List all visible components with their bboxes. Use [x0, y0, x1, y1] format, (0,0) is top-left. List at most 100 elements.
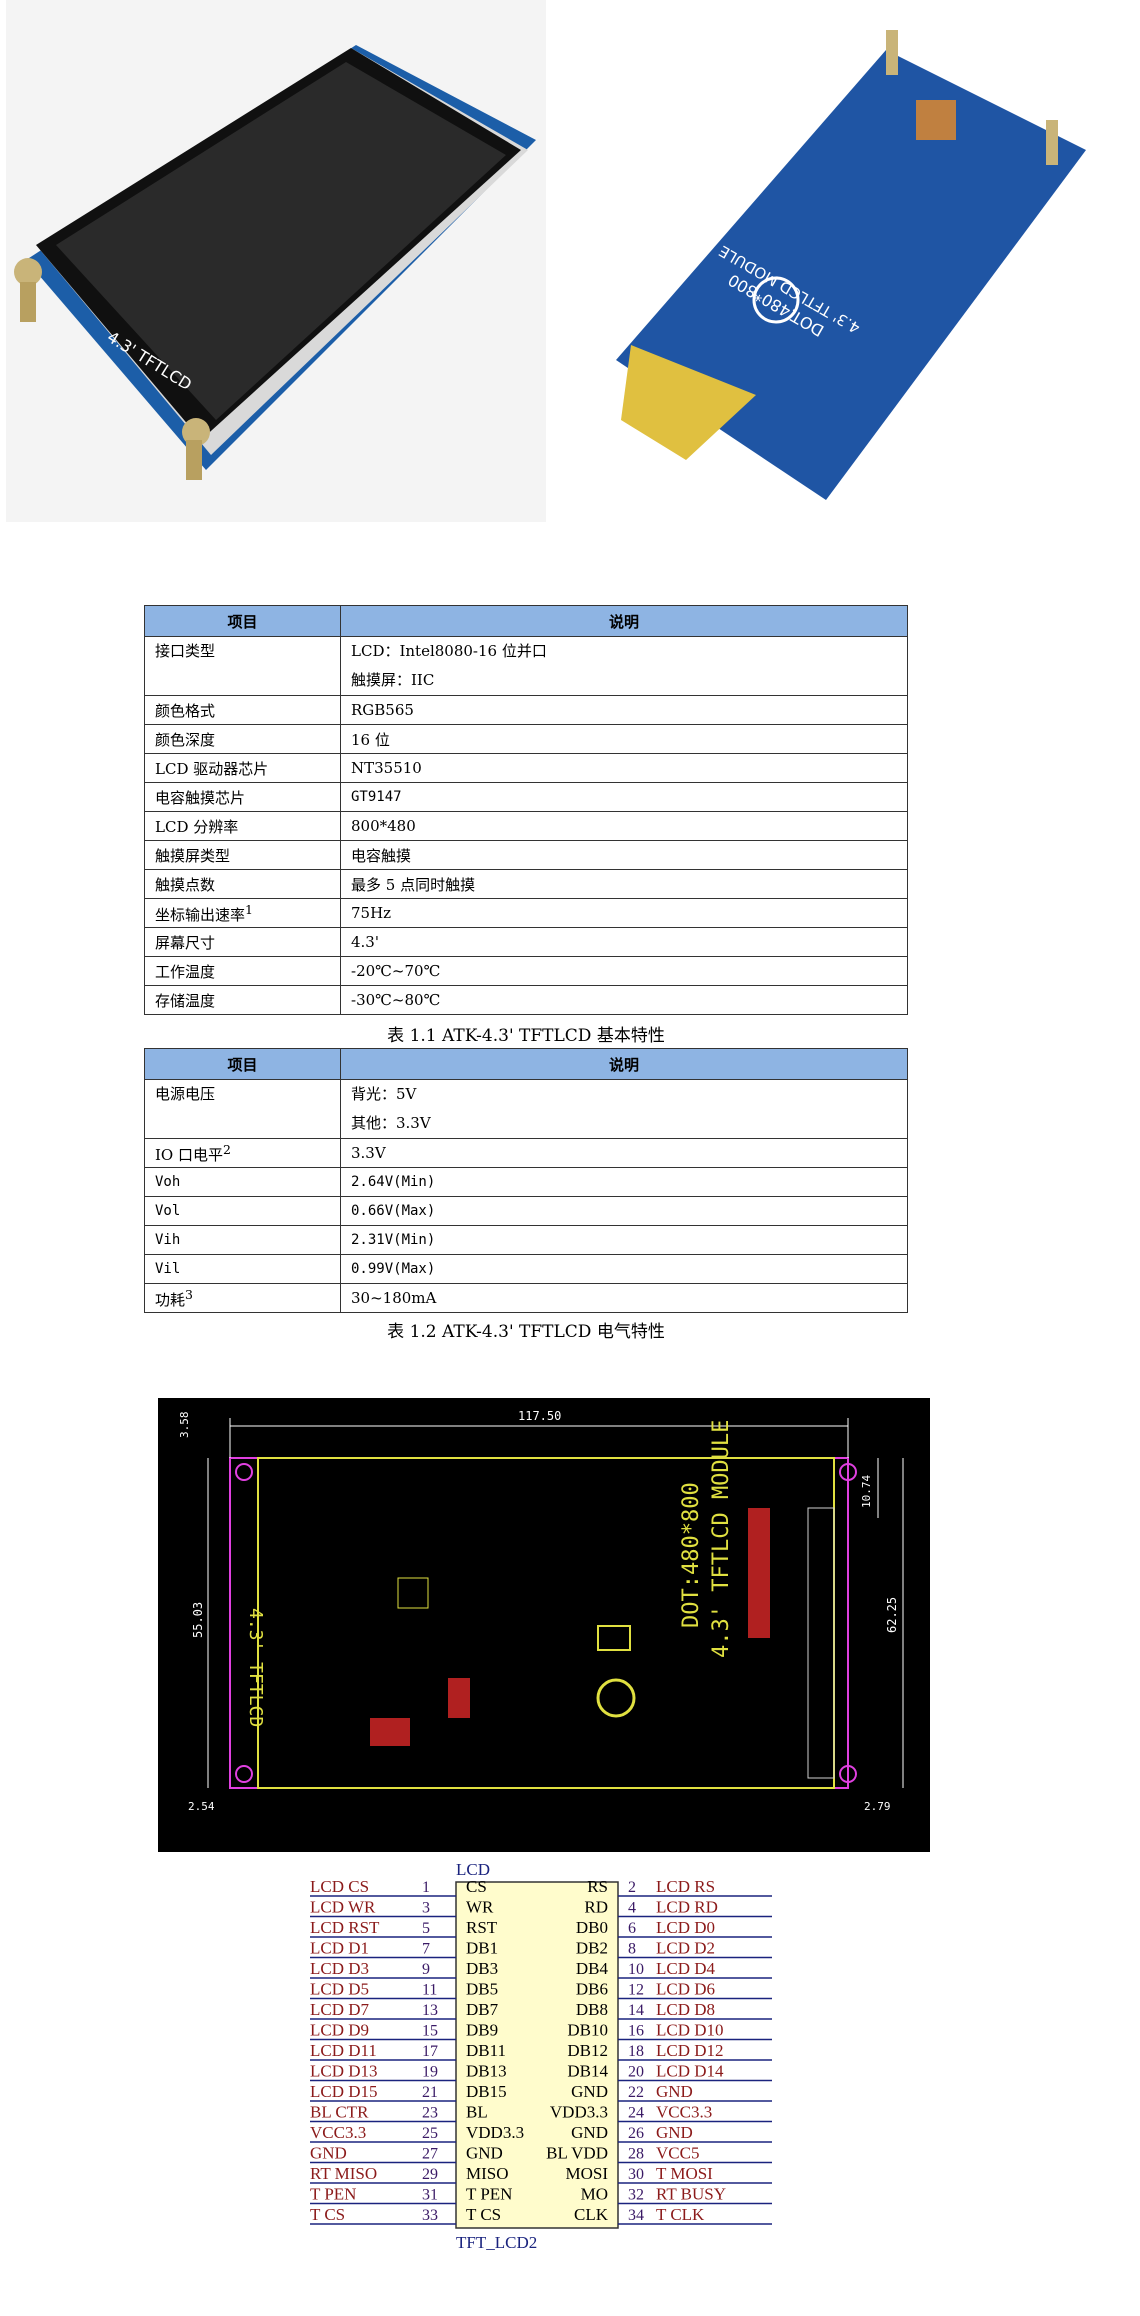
- pin-number-right: 24: [628, 2105, 644, 2122]
- table2-item: 功耗: [155, 1290, 186, 1309]
- pin-name-right: MOSI: [565, 2164, 608, 2183]
- pin-name-right: BL VDD: [546, 2144, 608, 2163]
- table1-desc: 最多 5 点同时触摸: [340, 869, 908, 899]
- table-row: 电容触摸芯片 GT9147: [144, 782, 908, 812]
- table2-desc: 0.66V(Max): [340, 1196, 908, 1226]
- pin-name-left: RST: [466, 1918, 498, 1937]
- connector-schematic: LCD TFT_LCD2 LCD CS 1 CS RS 2 LCD RS LCD WR 3 WR…: [306, 1858, 776, 2256]
- table1-item: 工作温度: [144, 956, 341, 986]
- table2-desc: 3.3V: [340, 1138, 908, 1168]
- pin-number-right: 14: [628, 2002, 644, 2019]
- net-label-right: LCD D8: [656, 2000, 715, 2019]
- table2-item: Vih: [144, 1225, 341, 1255]
- table1-desc: GT9147: [340, 782, 908, 812]
- table1-item: 电容触摸芯片: [144, 782, 341, 812]
- pin-number-right: 26: [628, 2125, 644, 2142]
- pin-number-right: 34: [628, 2207, 644, 2224]
- table1-desc: 75Hz: [340, 898, 908, 928]
- pin-name-left: DB1: [466, 1939, 498, 1958]
- pin-number-right: 32: [628, 2187, 644, 2204]
- table-row: 功耗3 30~180mA: [144, 1283, 908, 1313]
- table1-desc: 16 位: [340, 724, 908, 754]
- table-row: 屏幕尺寸 4.3': [144, 927, 908, 957]
- cad-silk-right-1: DOT:480*800: [679, 1482, 704, 1628]
- pin-number-right: 22: [628, 2084, 644, 2101]
- pin-name-left: T CS: [466, 2205, 501, 2224]
- table2-item: IO 口电平: [155, 1145, 223, 1164]
- pin-number-right: 16: [628, 2023, 644, 2040]
- net-label-right: LCD RS: [656, 1877, 715, 1896]
- pin-number-left: 19: [422, 2064, 438, 2081]
- table2-desc: 2.31V(Min): [340, 1225, 908, 1255]
- net-label-right: T MOSI: [656, 2164, 713, 2183]
- pin-name-right: DB0: [576, 1918, 608, 1937]
- dim-right: 62.25: [885, 1597, 899, 1633]
- pin-number-right: 12: [628, 1982, 644, 1999]
- table2-item: Vil: [144, 1254, 341, 1284]
- pin-name-right: DB14: [567, 2062, 608, 2081]
- table2-item: 电源电压: [155, 1085, 216, 1103]
- table2-header-desc: 说明: [340, 1048, 908, 1080]
- net-label-left: BL CTR: [310, 2103, 369, 2122]
- table1-item: LCD 驱动器芯片: [144, 753, 341, 783]
- table2-desc: 背光：5V: [351, 1085, 417, 1103]
- net-label-right: LCD D10: [656, 2021, 724, 2040]
- pin-name-left: GND: [466, 2144, 503, 2163]
- table1-item: 接口类型: [155, 642, 216, 660]
- net-label-left: LCD D3: [310, 1959, 369, 1978]
- pin-number-left: 29: [422, 2166, 438, 2183]
- pin-name-left: DB11: [466, 2041, 506, 2060]
- net-label-left: LCD D11: [310, 2041, 377, 2060]
- net-label-left: T PEN: [310, 2185, 356, 2204]
- table2-item: Vol: [144, 1196, 341, 1226]
- pin-name-right: CLK: [574, 2205, 609, 2224]
- pin-name-left: DB3: [466, 1959, 498, 1978]
- table1-item: 坐标输出速率: [155, 905, 246, 924]
- net-label-left: RT MISO: [310, 2164, 377, 2183]
- pin-number-right: 20: [628, 2064, 644, 2081]
- table-row: 颜色深度 16 位: [144, 724, 908, 754]
- table2-desc: 2.64V(Min): [340, 1167, 908, 1197]
- table2-item: Voh: [144, 1167, 341, 1197]
- footnote-mark: 2: [223, 1141, 231, 1157]
- table1-desc: 触摸屏：IIC: [351, 671, 435, 689]
- pin-number-right: 28: [628, 2146, 644, 2163]
- pin-name-right: VDD3.3: [550, 2103, 608, 2122]
- pin-number-right: 2: [628, 1879, 636, 1896]
- lcd-front-illustration: 4.3' TFTLCD: [14, 45, 536, 480]
- footnote-mark: 1: [245, 901, 253, 917]
- table1-item: 屏幕尺寸: [144, 927, 341, 957]
- cad-silk-left: 4.3' TFTLCD: [245, 1608, 266, 1727]
- pin-name-right: MO: [581, 2185, 608, 2204]
- table1-desc: LCD：Intel8080-16 位并口: [351, 642, 547, 660]
- pin-name-right: RS: [587, 1877, 608, 1896]
- table1-item: 存储温度: [144, 985, 341, 1015]
- net-label-left: LCD WR: [310, 1898, 376, 1917]
- table-row: 工作温度 -20℃~70℃: [144, 956, 908, 986]
- basic-spec-table: 项目 说明 接口类型 LCD：Intel8080-16 位并口 触摸屏：IIC 颜…: [144, 605, 908, 1015]
- net-label-left: GND: [310, 2144, 347, 2163]
- net-label-right: VCC3.3: [656, 2103, 712, 2122]
- pin-name-left: CS: [466, 1877, 487, 1896]
- table2-desc: 0.99V(Max): [340, 1254, 908, 1284]
- table-row: 触摸屏类型 电容触摸: [144, 840, 908, 870]
- table2-header-item: 项目: [144, 1048, 341, 1080]
- net-label-left: LCD D15: [310, 2082, 378, 2101]
- pin-number-left: 1: [422, 1879, 430, 1896]
- net-label-left: VCC3.3: [310, 2123, 366, 2142]
- table-row: 接口类型 LCD：Intel8080-16 位并口 触摸屏：IIC: [144, 636, 908, 696]
- pin-name-right: DB4: [576, 1959, 609, 1978]
- table-row: 坐标输出速率1 75Hz: [144, 898, 908, 928]
- pin-name-left: DB13: [466, 2062, 507, 2081]
- table-row: 存储温度 -30℃~80℃: [144, 985, 908, 1015]
- net-label-left: LCD RST: [310, 1918, 380, 1937]
- lcd-back-photo: DOT:480*800 4.3' TFTLCD MODULE: [596, 0, 1086, 522]
- net-label-right: LCD D12: [656, 2041, 724, 2060]
- cad-svg: 117.50 3.58 55.03 10.74 62.25 2.54 2.79 …: [178, 1409, 904, 1813]
- net-label-left: LCD D13: [310, 2062, 378, 2081]
- table-row: 颜色格式 RGB565: [144, 695, 908, 725]
- net-label-left: LCD D7: [310, 2000, 370, 2019]
- pin-name-right: DB12: [567, 2041, 608, 2060]
- dim-top-left: 3.58: [178, 1412, 191, 1439]
- pin-name-left: BL: [466, 2103, 488, 2122]
